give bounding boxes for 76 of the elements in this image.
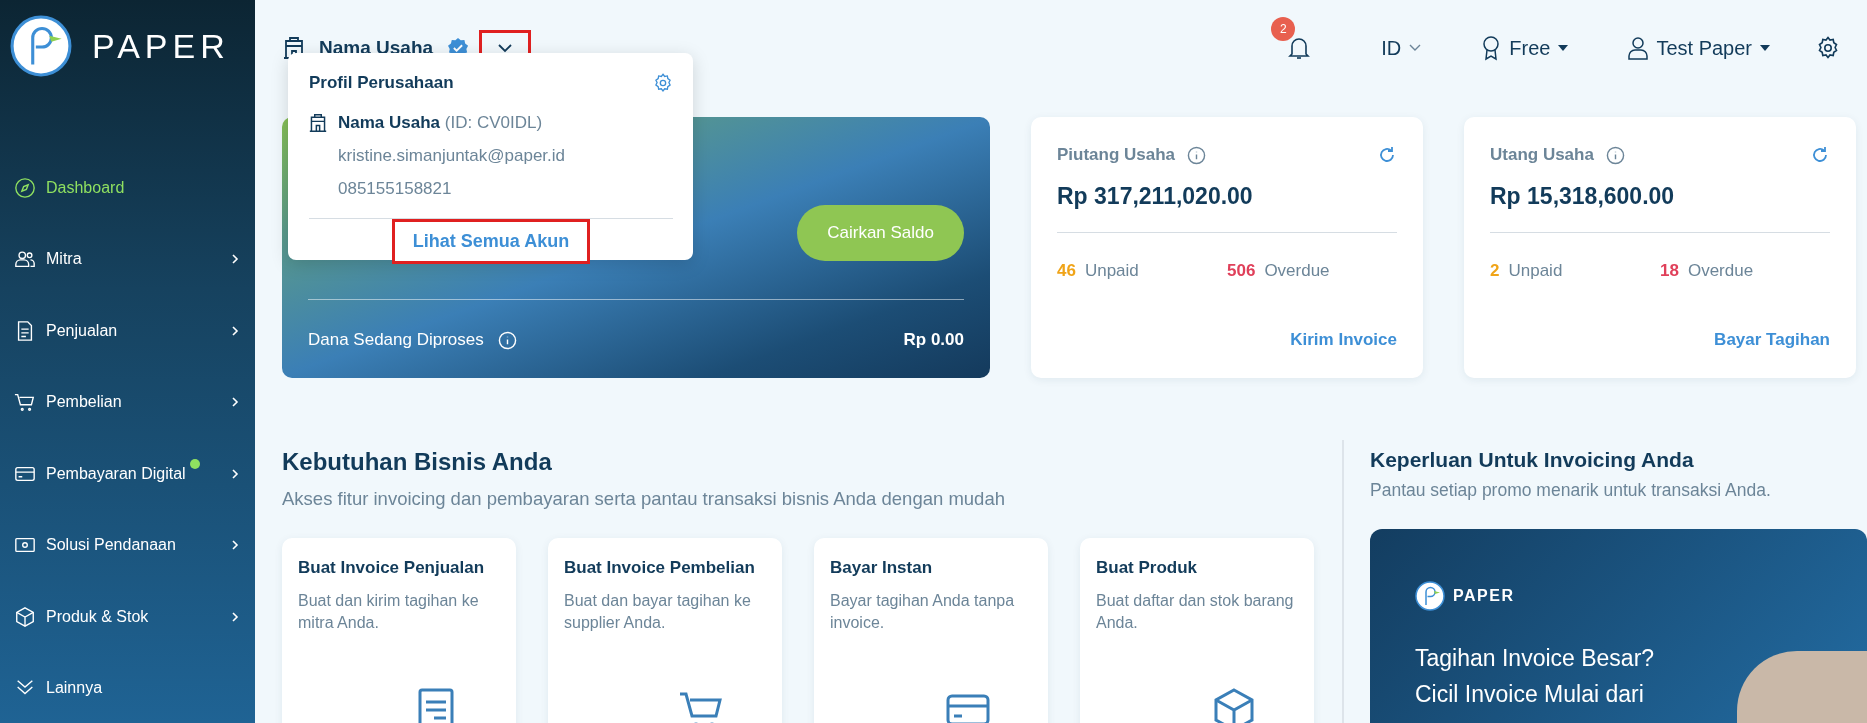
sidebar-item[interactable]: Penjualan — [0, 295, 255, 367]
processing-amount: Rp 0.00 — [903, 330, 964, 350]
caret-down-icon — [1558, 45, 1569, 51]
card-title: Utang Usaha — [1490, 145, 1594, 165]
feature-title: Buat Produk — [1096, 558, 1199, 578]
chevron-icon — [229, 467, 241, 480]
bell-icon[interactable] — [1287, 35, 1312, 61]
sidebar-item[interactable]: Dashboard — [0, 152, 255, 224]
company-phone: 085155158821 — [338, 179, 453, 199]
logo-text: PAPER — [92, 26, 230, 66]
feature-description: Buat daftar dan stok barang Anda. — [1096, 591, 1295, 634]
user-menu[interactable]: Test Paper — [1598, 36, 1800, 60]
caret-down-icon — [1760, 45, 1770, 51]
overdue-count: 506 — [1227, 261, 1256, 281]
language-dropdown[interactable]: ID — [1351, 36, 1452, 60]
card-title: Piutang Usaha — [1057, 145, 1176, 165]
unpaid-label: Unpaid — [1508, 261, 1563, 281]
section-subtitle: Akses fitur invoicing dan pembayaran serta pantau transaksi bisnis Anda dengan mudah — [282, 488, 1006, 510]
sidebar-item[interactable]: Mitra — [0, 223, 255, 295]
plan-dropdown[interactable]: Free — [1451, 35, 1599, 61]
promo-banner[interactable]: PAPER Tagihan Invoice Besar? Cicil Invoice Mulai dari — [1370, 529, 1867, 723]
paper-logo-icon — [1415, 581, 1445, 611]
overdue-label: Overdue — [1687, 261, 1754, 281]
info-icon — [1187, 145, 1207, 165]
promo-headline: Tagihan Invoice Besar? — [1415, 644, 1655, 673]
processing-label: Dana Sedang Diproses — [308, 330, 484, 350]
paper-logo-icon — [10, 15, 72, 77]
logo-text: PAPER — [1453, 587, 1515, 605]
overdue-label: Overdue — [1264, 261, 1330, 281]
feature-description: Buat dan bayar tagihan ke supplier Anda. — [564, 591, 752, 634]
section-subtitle: Pantau setiap promo menarik untuk transaksi Anda. — [1370, 480, 1772, 501]
info-icon — [497, 330, 517, 350]
feature-title: Buat Invoice Penjualan — [298, 558, 486, 578]
feature-description: Bayar tagihan Anda tanpa invoice. — [830, 591, 1016, 634]
unpaid-count: 46 — [1057, 261, 1076, 281]
overdue-count: 18 — [1660, 261, 1679, 281]
feature-description: Buat dan kirim tagihan ke mitra Anda. — [298, 591, 480, 634]
refresh-icon[interactable] — [1377, 145, 1397, 165]
info-icon — [1605, 145, 1625, 165]
feature-title: Buat Invoice Pembelian — [564, 558, 756, 578]
feature-card[interactable]: Bayar Instan Bayar tagihan Anda tanpa invoice. — [814, 538, 1048, 723]
company-email: kristine.simanjuntak@paper.id — [338, 146, 566, 166]
unpaid-count: 2 — [1490, 261, 1500, 281]
feature-card[interactable]: Buat Produk Buat daftar dan stok barang Anda. — [1080, 538, 1314, 723]
cart-icon — [14, 391, 36, 414]
chevron-icon — [229, 396, 241, 409]
notification-badge: 2 — [1271, 17, 1296, 41]
feature-card[interactable]: Buat Invoice Penjualan Buat dan kirim tagihan ke mitra Anda. — [282, 538, 516, 723]
promo-headline: Cicil Invoice Mulai dari — [1415, 679, 1644, 709]
box-icon — [14, 605, 36, 628]
settings-icon[interactable] — [1816, 36, 1840, 60]
refresh-icon[interactable] — [1810, 145, 1830, 165]
medal-icon — [1481, 35, 1502, 61]
sidebar-item[interactable]: Solusi Pendanaan — [0, 509, 255, 581]
feature-card[interactable]: Buat Invoice Pembelian Buat dan bayar tagihan ke supplier Anda. — [548, 538, 782, 723]
feature-title: Bayar Instan — [830, 558, 934, 578]
chevron-icon — [229, 324, 241, 337]
building-icon — [309, 113, 327, 133]
amount-text: Rp 15,318,600.00 — [1490, 183, 1676, 210]
sidebar-item[interactable]: Pembayaran Digital — [0, 438, 255, 510]
chevron-icon — [229, 253, 241, 266]
chevron-icon — [229, 610, 241, 623]
section-title: Keperluan Untuk Invoicing Anda — [1370, 448, 1695, 472]
sidebar-item[interactable]: Lainnya — [0, 652, 255, 723]
sidebar-item[interactable]: Pembelian — [0, 366, 255, 438]
unpaid-label: Unpaid — [1084, 261, 1139, 281]
company-info: Nama Usaha (ID: CV0IDL) — [338, 113, 544, 133]
amount-text: Rp 317,211,020.00 — [1057, 183, 1254, 210]
section-title: Kebutuhan Bisnis Anda — [282, 448, 553, 476]
sidebar-item[interactable]: Produk & Stok — [0, 581, 255, 653]
chevron-down-icon — [1409, 44, 1422, 52]
chevron-down-icon — [497, 43, 514, 53]
user-icon — [1628, 36, 1649, 60]
compass-icon — [14, 176, 36, 199]
popup-title: Profil Perusahaan — [309, 73, 454, 93]
chevron-icon — [229, 539, 241, 552]
